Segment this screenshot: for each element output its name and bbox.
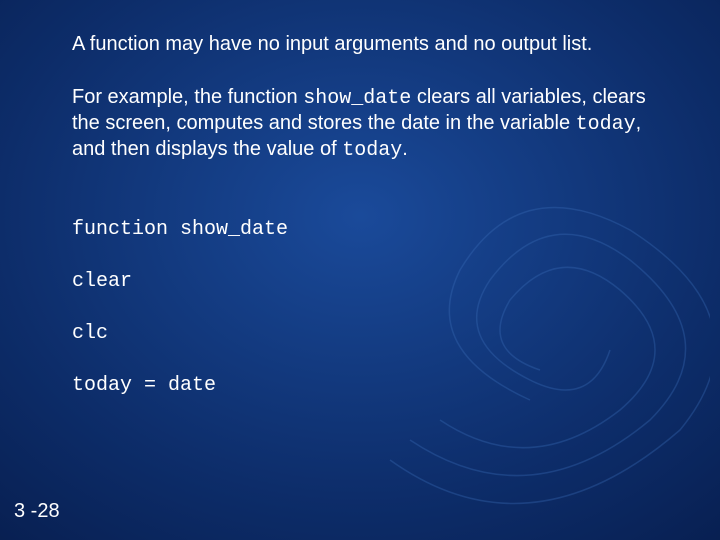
code-line-1: function show_date: [72, 217, 672, 243]
p2-code-1: show_date: [303, 87, 411, 110]
code-line-4: today = date: [72, 373, 672, 399]
code-block: function show_date clear clc today = dat…: [72, 191, 672, 425]
p2-code-3: today: [342, 139, 402, 162]
paragraph-1: A function may have no input arguments a…: [72, 32, 672, 57]
paragraph-2: For example, the function show_date clea…: [72, 85, 672, 163]
page-number: 3 -28: [14, 499, 60, 524]
p2-text-4: .: [402, 138, 408, 160]
p2-code-2: today: [576, 113, 636, 136]
code-line-2: clear: [72, 269, 672, 295]
code-line-3: clc: [72, 321, 672, 347]
p2-text-1: For example, the function: [72, 86, 303, 108]
slide-content: A function may have no input arguments a…: [72, 32, 672, 425]
